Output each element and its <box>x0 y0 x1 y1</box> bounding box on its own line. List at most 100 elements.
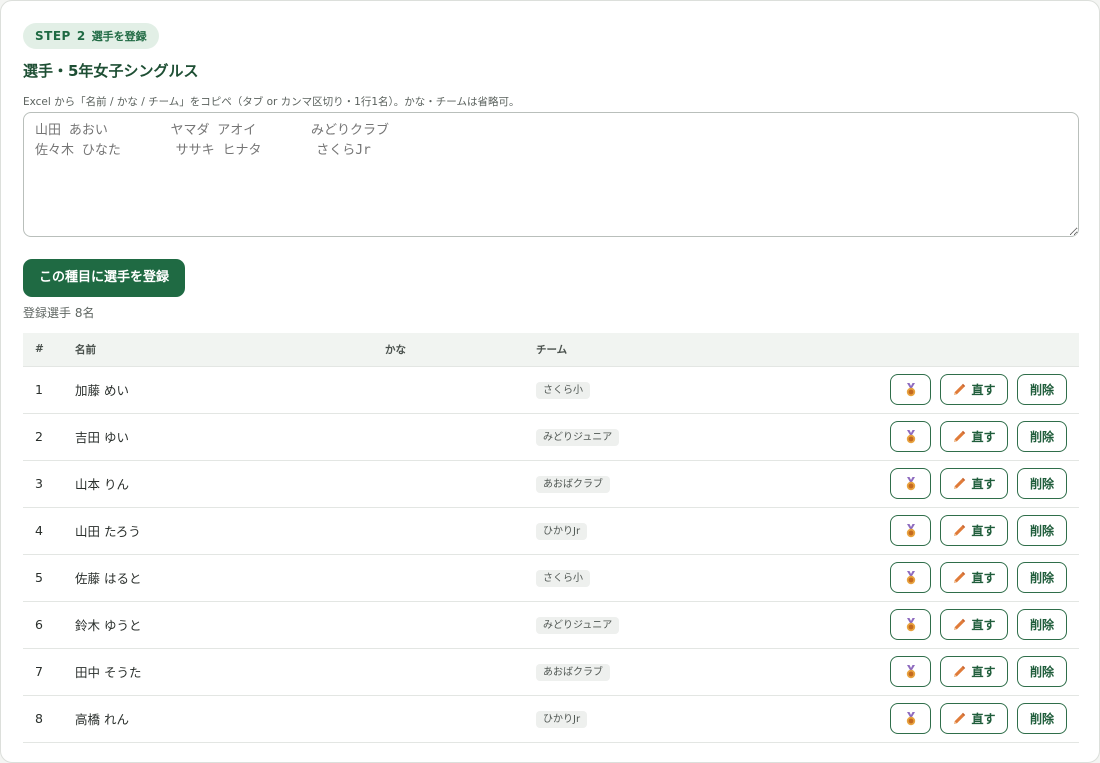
row-number: 6 <box>23 601 63 649</box>
players-table: # 名前 かな チーム 1 加藤 めい さくら小 直す 削除 2 吉田 ゆい み… <box>23 333 1079 743</box>
header-actions <box>764 333 1079 367</box>
row-team: あおばクラブ <box>524 648 764 696</box>
step-number: 2 <box>76 29 86 43</box>
row-actions: 直す 削除 <box>764 413 1079 461</box>
medal-button[interactable] <box>890 562 931 593</box>
paste-input[interactable] <box>23 112 1079 237</box>
row-name: 鈴木 ゆうと <box>63 601 373 649</box>
row-kana <box>373 413 524 461</box>
paste-hint: Excel から「名前 / かな / チーム」をコピペ（タブ or カンマ区切り… <box>23 96 520 108</box>
step-sub-label: 選手を登録 <box>91 30 147 43</box>
medal-icon <box>904 382 918 397</box>
row-number: 8 <box>23 695 63 743</box>
edit-button[interactable]: 直す <box>940 515 1008 546</box>
row-name: 加藤 めい <box>63 366 373 414</box>
row-action-group: 直す 削除 <box>776 515 1067 546</box>
edit-button[interactable]: 直す <box>940 609 1008 640</box>
header-team: チーム <box>524 333 764 367</box>
header-kana: かな <box>373 333 524 367</box>
row-number: 2 <box>23 413 63 461</box>
delete-button[interactable]: 削除 <box>1017 468 1067 499</box>
table-row: 4 山田 たろう ひかりJr 直す 削除 <box>23 507 1079 555</box>
row-team: さくら小 <box>524 366 764 414</box>
row-team: みどりジュニア <box>524 601 764 649</box>
table-row: 3 山本 りん あおばクラブ 直す 削除 <box>23 460 1079 508</box>
delete-button[interactable]: 削除 <box>1017 374 1067 405</box>
edit-button[interactable]: 直す <box>940 421 1008 452</box>
row-team: さくら小 <box>524 554 764 602</box>
medal-button[interactable] <box>890 609 931 640</box>
row-action-group: 直す 削除 <box>776 374 1067 405</box>
pencil-icon <box>952 524 966 538</box>
header-number: # <box>23 333 63 367</box>
pencil-icon <box>952 665 966 679</box>
row-actions: 直す 削除 <box>764 366 1079 414</box>
edit-button[interactable]: 直す <box>940 703 1008 734</box>
row-kana <box>373 695 524 743</box>
delete-button[interactable]: 削除 <box>1017 562 1067 593</box>
medal-button[interactable] <box>890 703 931 734</box>
pencil-icon <box>952 383 966 397</box>
medal-icon <box>904 664 918 679</box>
step-label: STEP <box>35 29 71 43</box>
pencil-icon <box>952 618 966 632</box>
edit-button[interactable]: 直す <box>940 562 1008 593</box>
row-actions: 直す 削除 <box>764 695 1079 743</box>
delete-button[interactable]: 削除 <box>1017 656 1067 687</box>
edit-button[interactable]: 直す <box>940 468 1008 499</box>
medal-button[interactable] <box>890 656 931 687</box>
row-actions: 直す 削除 <box>764 601 1079 649</box>
medal-button[interactable] <box>890 421 931 452</box>
table-row: 7 田中 そうた あおばクラブ 直す 削除 <box>23 648 1079 696</box>
row-kana <box>373 554 524 602</box>
row-kana <box>373 366 524 414</box>
edit-button[interactable]: 直す <box>940 656 1008 687</box>
edit-label: 直す <box>971 571 996 585</box>
registered-count: 登録選手 8名 <box>23 306 95 320</box>
team-chip: みどりジュニア <box>536 616 620 634</box>
step-badge: STEP 2 選手を登録 <box>23 23 159 49</box>
row-number: 3 <box>23 460 63 508</box>
row-number: 5 <box>23 554 63 602</box>
table-row: 8 高橋 れん ひかりJr 直す 削除 <box>23 695 1079 743</box>
edit-label: 直す <box>971 524 996 538</box>
row-number: 4 <box>23 507 63 555</box>
page-title: 選手・5年女子シングルス <box>23 62 199 80</box>
row-action-group: 直す 削除 <box>776 609 1067 640</box>
edit-button[interactable]: 直す <box>940 374 1008 405</box>
pencil-icon <box>952 477 966 491</box>
row-action-group: 直す 削除 <box>776 703 1067 734</box>
table-row: 2 吉田 ゆい みどりジュニア 直す 削除 <box>23 413 1079 461</box>
medal-button[interactable] <box>890 468 931 499</box>
medal-button[interactable] <box>890 515 931 546</box>
register-players-card: STEP 2 選手を登録 選手・5年女子シングルス Excel から「名前 / … <box>0 0 1100 763</box>
delete-button[interactable]: 削除 <box>1017 703 1067 734</box>
edit-label: 直す <box>971 477 996 491</box>
row-action-group: 直す 削除 <box>776 421 1067 452</box>
row-actions: 直す 削除 <box>764 507 1079 555</box>
row-name: 佐藤 はると <box>63 554 373 602</box>
row-team: みどりジュニア <box>524 413 764 461</box>
medal-icon <box>904 711 918 726</box>
row-actions: 直す 削除 <box>764 648 1079 696</box>
edit-label: 直す <box>971 665 996 679</box>
row-actions: 直す 削除 <box>764 460 1079 508</box>
team-chip: あおばクラブ <box>536 475 610 493</box>
row-action-group: 直す 削除 <box>776 562 1067 593</box>
row-kana <box>373 507 524 555</box>
row-number: 7 <box>23 648 63 696</box>
edit-label: 直す <box>971 712 996 726</box>
row-name: 山本 りん <box>63 460 373 508</box>
row-kana <box>373 460 524 508</box>
register-players-button[interactable]: この種目に選手を登録 <box>23 259 186 297</box>
delete-button[interactable]: 削除 <box>1017 609 1067 640</box>
table-row: 6 鈴木 ゆうと みどりジュニア 直す 削除 <box>23 601 1079 649</box>
medal-icon <box>904 523 918 538</box>
row-name: 田中 そうた <box>63 648 373 696</box>
delete-button[interactable]: 削除 <box>1017 421 1067 452</box>
medal-icon <box>904 476 918 491</box>
team-chip: みどりジュニア <box>536 428 620 446</box>
medal-button[interactable] <box>890 374 931 405</box>
delete-button[interactable]: 削除 <box>1017 515 1067 546</box>
row-name: 吉田 ゆい <box>63 413 373 461</box>
